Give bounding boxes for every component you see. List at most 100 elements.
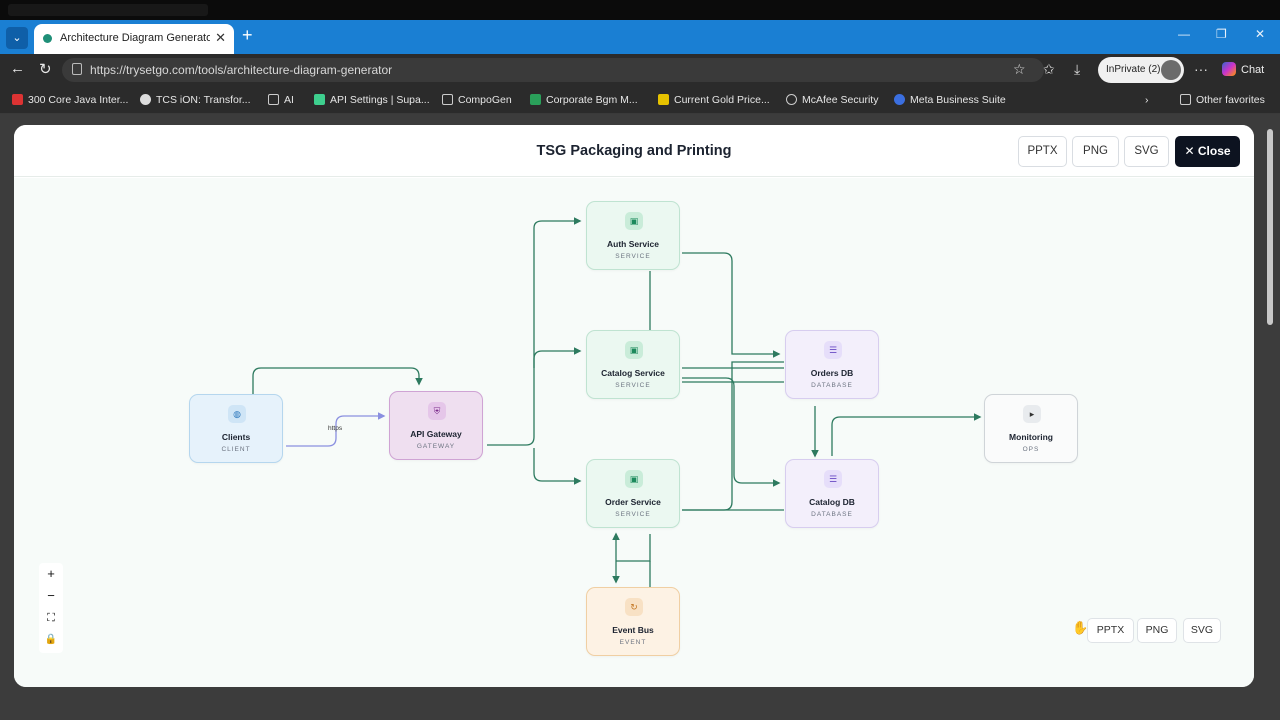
edge-auth-ordersdb	[682, 252, 781, 358]
edge-ordersdb-monitoring	[831, 413, 982, 456]
bookmark-item[interactable]: Current Gold Price...	[658, 94, 770, 106]
inprivate-profile-button[interactable]: InPrivate (2)	[1098, 57, 1184, 83]
bookmark-item[interactable]: Meta Business Suite	[894, 94, 1006, 106]
bookmark-item[interactable]: API Settings | Supa...	[314, 94, 430, 106]
chip-icon: ▣	[625, 341, 643, 359]
node-catalog-db[interactable]: ☰ Catalog DB DATABASE	[785, 459, 879, 528]
bookmark-item[interactable]: TCS iON: Transfor...	[140, 94, 251, 106]
node-label: Event Bus	[612, 625, 654, 635]
zoom-controls: + − ⛶ 🔒	[39, 563, 63, 653]
bookmark-item[interactable]: 300 Core Java Inter...	[12, 94, 128, 106]
page-scrollbar[interactable]	[1266, 117, 1274, 695]
chat-label: Chat	[1241, 64, 1265, 76]
edge-label-https: https	[328, 425, 343, 432]
export-svg-button-bottom[interactable]: SVG	[1183, 618, 1221, 643]
close-button[interactable]: ✕ Close	[1175, 136, 1240, 167]
node-type: SERVICE	[615, 511, 651, 518]
bookmarks-overflow-chevron-icon[interactable]: ›	[1145, 94, 1149, 106]
lock-icon	[72, 63, 82, 75]
copilot-icon	[1222, 62, 1236, 76]
chat-button[interactable]: Chat	[1222, 62, 1264, 76]
node-type: OPS	[1022, 446, 1040, 453]
node-api-gateway[interactable]: ⛨ API Gateway GATEWAY	[389, 391, 483, 460]
node-type: CLIENT	[221, 446, 251, 453]
bookmark-item[interactable]: McAfee Security	[786, 94, 878, 106]
node-label: Orders DB	[810, 368, 854, 378]
globe-icon: ◍	[228, 405, 246, 423]
page-content: TSG Packaging and Printing PPTX PNG SVG …	[0, 114, 1280, 720]
node-type: SERVICE	[615, 382, 651, 389]
page-title: TSG Packaging and Printing	[536, 143, 732, 159]
node-label: Catalog Service	[601, 368, 665, 378]
scrollbar-thumb[interactable]	[1267, 129, 1273, 325]
node-catalog-service[interactable]: ▣ Catalog Service SERVICE	[586, 330, 680, 399]
node-type: DATABASE	[811, 511, 853, 518]
close-icon: ✕	[1184, 144, 1195, 158]
bookmark-folder[interactable]: AI	[268, 94, 294, 106]
shield-icon: ⛨	[428, 402, 446, 420]
url-field[interactable]: https://trysetgo.com/tools/architecture-…	[62, 58, 1044, 82]
download-icon[interactable]: ⤓	[1074, 61, 1080, 78]
bookmarks-bar: 300 Core Java Inter... TCS iON: Transfor…	[0, 86, 1280, 114]
edge-gateway-order	[533, 448, 582, 485]
node-order-service[interactable]: ▣ Order Service SERVICE	[586, 459, 680, 528]
fit-view-icon[interactable]: ⛶	[39, 607, 63, 629]
export-png-button[interactable]: PNG	[1072, 136, 1119, 167]
database-icon: ☰	[824, 470, 842, 488]
export-svg-button[interactable]: SVG	[1124, 136, 1169, 167]
close-window-icon[interactable]: ✕	[1255, 27, 1265, 41]
node-label: Clients	[221, 432, 251, 442]
terminal-icon: ▸	[1023, 405, 1041, 423]
diagram-canvas[interactable]: https ◍ Clients CLIENT ⛨ API Gateway GAT…	[14, 178, 1254, 687]
tab-active[interactable]: Architecture Diagram Generator | ✕	[34, 24, 234, 54]
modal-header: TSG Packaging and Printing PPTX PNG SVG …	[14, 125, 1254, 177]
tab-actions-chevron-icon[interactable]: ⌄	[6, 27, 28, 49]
site-favicon-icon	[43, 34, 52, 43]
favorite-star-icon[interactable]: ☆	[1013, 61, 1026, 78]
minimize-icon[interactable]: —	[1178, 27, 1190, 41]
node-label: Order Service	[605, 497, 661, 507]
refresh-icon[interactable]: ↻	[39, 60, 52, 78]
refresh-icon: ↻	[625, 598, 643, 616]
node-label: Monitoring	[1009, 432, 1053, 442]
edge-order-ordersdb	[682, 361, 784, 511]
node-type: GATEWAY	[416, 443, 456, 450]
avatar	[1161, 60, 1181, 80]
export-pptx-button-bottom[interactable]: PPTX	[1087, 618, 1134, 643]
edge-catalog-catalogdb	[682, 377, 781, 487]
node-monitoring[interactable]: ▸ Monitoring OPS	[984, 394, 1078, 463]
bookmark-item[interactable]: Corporate Bgm M...	[530, 94, 638, 106]
lock-icon[interactable]: 🔒	[39, 629, 63, 651]
favorites-icon[interactable]: ✩	[1043, 61, 1055, 78]
restore-icon[interactable]: ❐	[1216, 27, 1227, 41]
node-label: Auth Service	[607, 239, 659, 249]
more-menu-icon[interactable]: ···	[1194, 61, 1208, 77]
node-orders-db[interactable]: ☰ Orders DB DATABASE	[785, 330, 879, 399]
zoom-in-icon[interactable]: +	[39, 563, 63, 585]
new-tab-icon[interactable]: +	[242, 25, 253, 46]
node-event-bus[interactable]: ↻ Event Bus EVENT	[586, 587, 680, 656]
close-tab-icon[interactable]: ✕	[215, 30, 226, 46]
database-icon: ☰	[824, 341, 842, 359]
url-text: https://trysetgo.com/tools/architecture-…	[90, 63, 393, 77]
node-clients[interactable]: ◍ Clients CLIENT	[189, 394, 283, 463]
edge-clients-gateway	[252, 367, 423, 394]
os-title-strip	[0, 0, 1280, 20]
export-pptx-button[interactable]: PPTX	[1018, 136, 1067, 167]
address-bar-row: ← ↻ https://trysetgo.com/tools/architect…	[0, 54, 1280, 86]
chip-icon: ▣	[625, 212, 643, 230]
inprivate-label: InPrivate (2)	[1106, 64, 1161, 75]
node-type: SERVICE	[615, 253, 651, 260]
zoom-out-icon[interactable]: −	[39, 585, 63, 607]
node-type: EVENT	[619, 639, 647, 646]
node-auth-service[interactable]: ▣ Auth Service SERVICE	[586, 201, 680, 270]
close-label: Close	[1197, 144, 1231, 158]
other-favorites-folder[interactable]: Other favorites	[1180, 94, 1265, 106]
node-label: Catalog DB	[809, 497, 855, 507]
diagram-modal: TSG Packaging and Printing PPTX PNG SVG …	[14, 125, 1254, 687]
export-png-button-bottom[interactable]: PNG	[1137, 618, 1177, 643]
back-icon[interactable]: ←	[10, 60, 25, 77]
bookmark-folder[interactable]: CompoGen	[442, 94, 512, 106]
edge-gateway-catalog	[533, 347, 582, 368]
node-type: DATABASE	[811, 382, 853, 389]
